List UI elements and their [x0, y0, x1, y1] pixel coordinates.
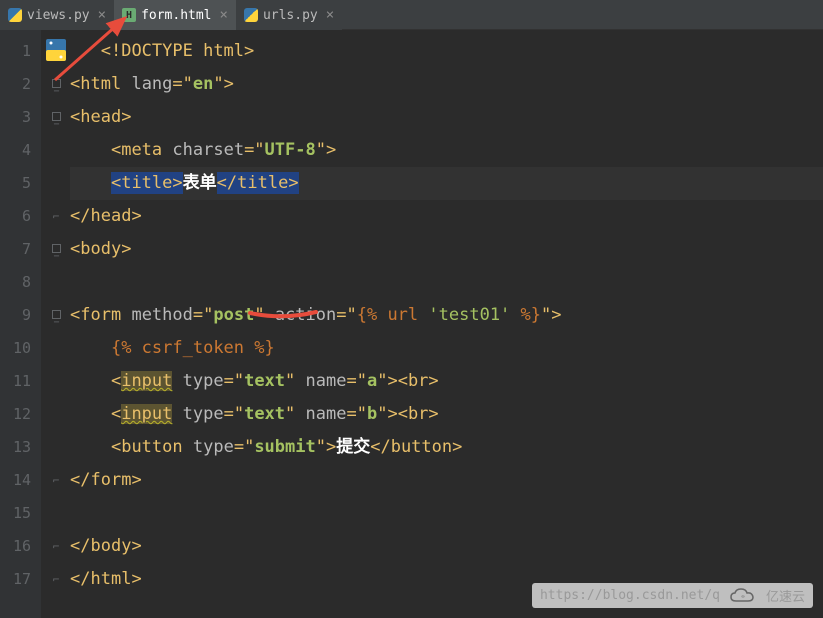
- fold-end-icon: ⌐: [42, 200, 70, 233]
- line-numbers-gutter: 1 2 3 4 5 6 7 8 9 10 11 12 13 14 15 16 1…: [0, 30, 42, 618]
- tab-form-html[interactable]: form.html ×: [114, 0, 236, 30]
- line-number: 17: [0, 563, 41, 596]
- line-number: 2: [0, 68, 41, 101]
- line-number: 11: [0, 365, 41, 398]
- tab-views-py[interactable]: views.py ×: [0, 0, 114, 30]
- close-icon[interactable]: ×: [326, 7, 334, 23]
- code-line: </form>: [70, 464, 823, 497]
- line-number: 7: [0, 233, 41, 266]
- fold-end-icon: ⌐: [42, 563, 70, 596]
- close-icon[interactable]: ×: [220, 7, 228, 23]
- tab-label: views.py: [27, 8, 90, 23]
- tab-urls-py[interactable]: urls.py ×: [236, 0, 342, 30]
- code-line: {% csrf_token %}: [70, 332, 823, 365]
- line-number: 14: [0, 464, 41, 497]
- code-area[interactable]: <!DOCTYPE html> <html lang="en"> <head> …: [70, 30, 823, 618]
- line-number: 3: [0, 101, 41, 134]
- code-line: <input type="text" name="b"><br>: [70, 398, 823, 431]
- python-icon: [8, 8, 22, 22]
- tab-label: form.html: [141, 8, 211, 23]
- line-number: 10: [0, 332, 41, 365]
- code-line: </head>: [70, 200, 823, 233]
- fold-icon[interactable]: [42, 299, 70, 332]
- code-line: <button type="submit">提交</button>: [70, 431, 823, 464]
- line-number: 12: [0, 398, 41, 431]
- line-number: 1: [0, 35, 41, 68]
- line-number: 8: [0, 266, 41, 299]
- code-line: <input type="text" name="a"><br>: [70, 365, 823, 398]
- svg-text:∞: ∞: [741, 594, 744, 600]
- fold-icon[interactable]: [42, 101, 70, 134]
- code-line: [70, 497, 823, 530]
- html-icon: [122, 8, 136, 22]
- editor-tabs: views.py × form.html × urls.py ×: [0, 0, 823, 30]
- watermark-brand: 亿速云: [766, 586, 805, 605]
- line-number: 5: [0, 167, 41, 200]
- watermark: https://blog.csdn.net/q ∞ 亿速云: [532, 583, 813, 608]
- python-icon: [244, 8, 258, 22]
- code-line: [70, 266, 823, 299]
- code-line: <meta charset="UTF-8">: [70, 134, 823, 167]
- fold-icon[interactable]: [42, 68, 70, 101]
- line-number: 4: [0, 134, 41, 167]
- line-number: 13: [0, 431, 41, 464]
- code-line: <html lang="en">: [70, 68, 823, 101]
- code-line: <body>: [70, 233, 823, 266]
- line-number: 15: [0, 497, 41, 530]
- tab-label: urls.py: [263, 8, 318, 23]
- code-line-current: <title>表单</title>: [70, 167, 823, 200]
- code-line: <form method="post" action="{% url 'test…: [70, 299, 823, 332]
- fold-icon[interactable]: [42, 233, 70, 266]
- code-line: <!DOCTYPE html>: [70, 35, 823, 68]
- watermark-url: https://blog.csdn.net/q: [540, 588, 720, 603]
- line-number: 16: [0, 530, 41, 563]
- code-line: </body>: [70, 530, 823, 563]
- close-icon[interactable]: ×: [98, 7, 106, 23]
- cloud-icon: ∞: [728, 587, 758, 605]
- fold-end-icon: ⌐: [42, 530, 70, 563]
- line-number: 9: [0, 299, 41, 332]
- fold-gutter: ⌐ ⌐ ⌐ ⌐: [42, 30, 70, 618]
- code-editor[interactable]: 1 2 3 4 5 6 7 8 9 10 11 12 13 14 15 16 1…: [0, 30, 823, 618]
- line-number: 6: [0, 200, 41, 233]
- fold-end-icon: ⌐: [42, 464, 70, 497]
- code-line: <head>: [70, 101, 823, 134]
